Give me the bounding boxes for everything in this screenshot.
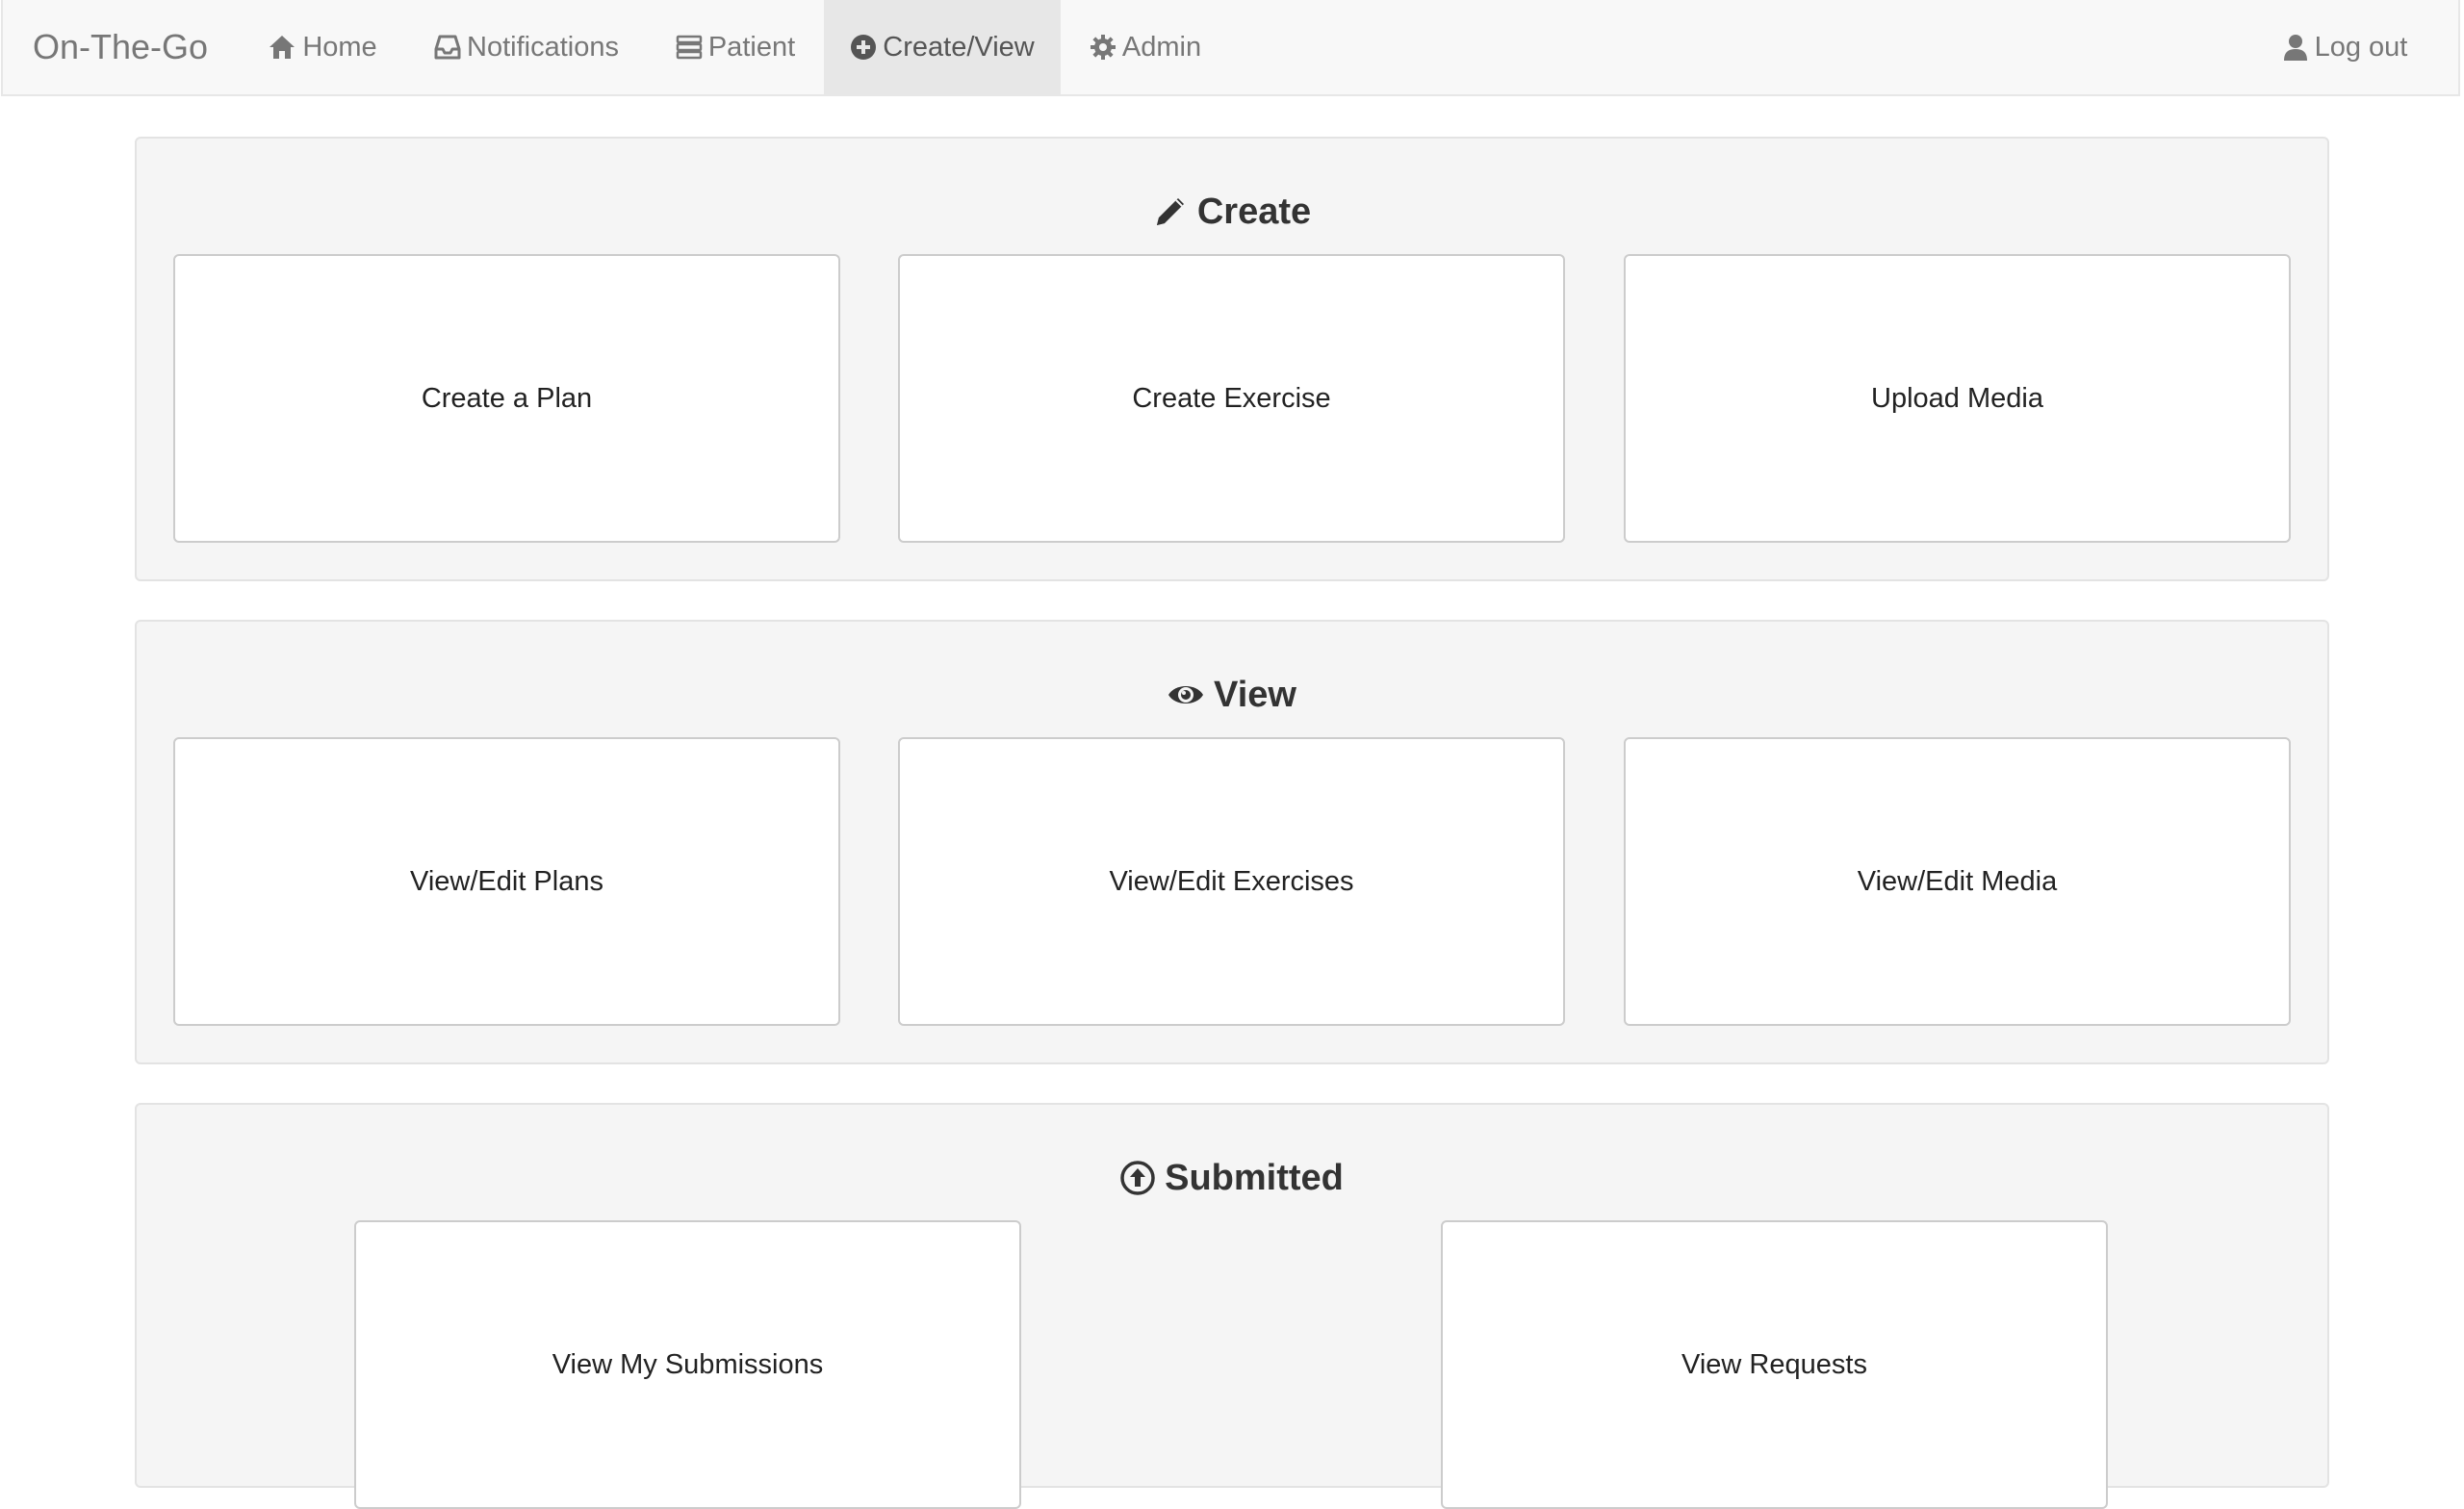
create-heading: Create (137, 191, 2327, 233)
upload-circle-icon (1120, 1161, 1155, 1195)
create-panel: Create Create a Plan Create Exercise Upl… (135, 137, 2329, 581)
nav-patient-label: Patient (707, 31, 796, 63)
inbox-icon (434, 34, 461, 61)
submitted-heading: Submitted (137, 1157, 2327, 1199)
gear-icon (1090, 34, 1116, 61)
create-plan-tile[interactable]: Create a Plan (173, 254, 840, 543)
view-heading-text: View (1214, 674, 1296, 715)
plus-circle-icon (850, 34, 877, 61)
nav-patient[interactable]: Patient (671, 0, 800, 94)
nav-create-view[interactable]: Create/View (824, 0, 1061, 94)
create-heading-text: Create (1196, 191, 1312, 232)
view-requests-tile[interactable]: View Requests (1441, 1220, 2108, 1509)
submitted-panel: Submitted View My Submissions View Reque… (135, 1103, 2329, 1509)
nav-admin[interactable]: Admin (1085, 0, 1206, 94)
view-my-submissions-tile[interactable]: View My Submissions (354, 1220, 1021, 1509)
view-heading: View (137, 674, 2327, 716)
nav-home[interactable]: Home (263, 0, 382, 94)
submitted-heading-text: Submitted (1165, 1157, 1344, 1198)
pencil-icon (1153, 194, 1188, 229)
nav-notifications[interactable]: Notifications (430, 0, 623, 94)
home-icon (268, 34, 296, 61)
brand-link[interactable]: On-The-Go (33, 0, 208, 94)
view-edit-plans-tile[interactable]: View/Edit Plans (173, 737, 840, 1026)
upload-media-tile[interactable]: Upload Media (1624, 254, 2291, 543)
user-icon (2282, 33, 2309, 62)
nav-notifications-label: Notifications (467, 31, 619, 63)
logout-link[interactable]: Log out (2272, 0, 2417, 94)
top-navbar: On-The-Go Home Notifications Patient Cre… (1, 0, 2460, 96)
nav-home-label: Home (302, 31, 377, 63)
view-edit-media-tile[interactable]: View/Edit Media (1624, 737, 2291, 1026)
view-edit-exercises-tile[interactable]: View/Edit Exercises (898, 737, 1565, 1026)
logout-label: Log out (2314, 31, 2408, 63)
nav-create-view-label: Create/View (883, 31, 1035, 63)
eye-icon (1168, 680, 1204, 709)
nav-admin-label: Admin (1121, 31, 1202, 63)
view-panel: View View/Edit Plans View/Edit Exercises… (135, 620, 2329, 1064)
list-icon (676, 34, 703, 61)
create-exercise-tile[interactable]: Create Exercise (898, 254, 1565, 543)
